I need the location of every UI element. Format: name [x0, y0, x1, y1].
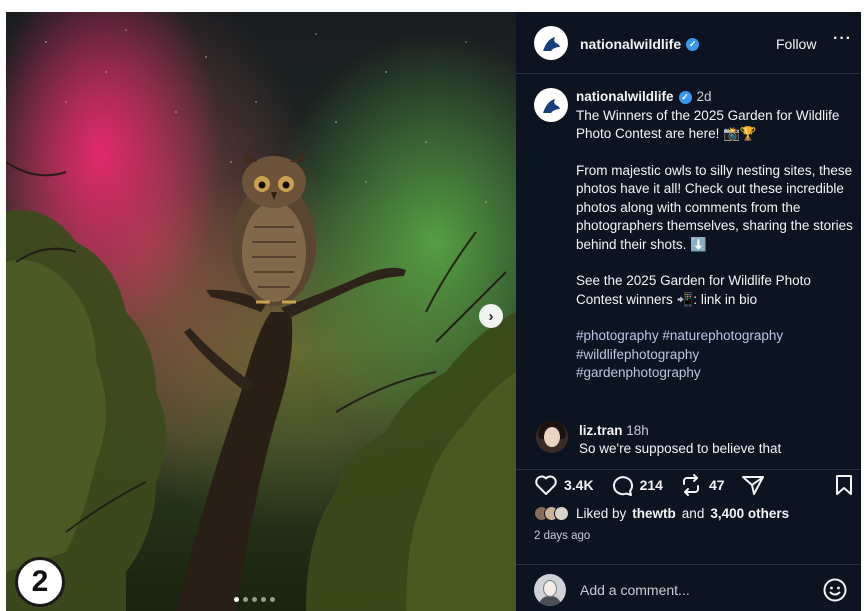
bird-logo-icon — [543, 36, 560, 51]
account-name[interactable]: nationalwildlife ✓ — [580, 36, 700, 52]
caption-paragraph: See the 2025 Garden for Wildlife Photo C… — [576, 273, 811, 307]
avatar-body — [539, 596, 561, 606]
bird-logo-icon — [543, 98, 560, 113]
account-avatar[interactable] — [534, 26, 568, 60]
avatar-face — [544, 427, 560, 447]
heart-icon[interactable] — [534, 474, 558, 496]
post-side-panel: nationalwildlife ✓ Follow ··· nationalwi… — [516, 12, 861, 611]
verified-badge-icon: ✓ — [678, 90, 692, 104]
repost-action[interactable]: 47 — [679, 474, 725, 496]
verified-badge-icon: ✓ — [686, 37, 700, 51]
comment-divider — [516, 564, 861, 565]
post-photo[interactable]: › 2 — [6, 12, 516, 611]
step-number-badge: 2 — [15, 557, 65, 607]
comment-text: So we're supposed to believe that — [579, 441, 782, 456]
caption-header: nationalwildlife ✓ 2d — [576, 88, 854, 107]
liked-by-joiner: and — [681, 506, 705, 521]
liked-by-row[interactable]: Liked by thewtb and 3,400 others — [534, 506, 789, 521]
like-action[interactable]: 3.4K — [534, 474, 594, 496]
liked-by-others[interactable]: 3,400 others — [710, 506, 789, 521]
avatar-face — [543, 580, 557, 597]
owl-aurora-illustration — [6, 29, 516, 611]
carousel-indicator — [234, 597, 275, 602]
carousel-dot — [261, 597, 266, 602]
follow-button[interactable]: Follow — [776, 36, 816, 52]
caption-avatar[interactable] — [534, 88, 568, 122]
more-options-icon[interactable]: ··· — [833, 30, 852, 48]
repost-count: 47 — [708, 477, 725, 493]
action-bar: 3.4K 214 47 — [534, 474, 773, 496]
instagram-post: › 2 nationalwildlife ✓ Follow ··· nation… — [6, 12, 861, 611]
post-date: 2 days ago — [534, 530, 591, 542]
carousel-dot — [243, 597, 248, 602]
caption-username[interactable]: nationalwildlife — [576, 88, 674, 107]
comment-timestamp: 18h — [626, 423, 649, 438]
comment-count: 214 — [639, 477, 663, 493]
carousel-dot — [234, 597, 239, 602]
comment-username[interactable]: liz.tran — [579, 423, 623, 438]
add-comment-input[interactable] — [580, 578, 810, 602]
post-caption: nationalwildlife ✓ 2d The Winners of the… — [576, 88, 854, 383]
like-count: 3.4K — [564, 477, 594, 493]
caption-paragraph: From majestic owls to silly nesting site… — [576, 162, 853, 252]
actions-divider — [516, 469, 861, 470]
share-action[interactable] — [741, 474, 765, 496]
liked-by-prefix: Liked by — [576, 506, 627, 521]
repost-icon[interactable] — [679, 474, 703, 496]
post-header: nationalwildlife ✓ Follow ··· — [516, 12, 861, 74]
caption-paragraph: The Winners of the 2025 Garden for Wildl… — [576, 107, 840, 142]
current-user-avatar — [534, 574, 566, 606]
caption-hashtags[interactable]: #photography #naturephotography #wildlif… — [576, 327, 854, 383]
carousel-dot — [270, 597, 275, 602]
chevron-right-icon: › — [488, 307, 494, 325]
bookmark-icon[interactable] — [834, 474, 854, 496]
liker-avatars — [534, 506, 569, 521]
caption-section: nationalwildlife ✓ 2d The Winners of the… — [516, 74, 861, 469]
comment-action[interactable]: 214 — [610, 474, 663, 496]
carousel-dot — [252, 597, 257, 602]
account-username[interactable]: nationalwildlife — [580, 36, 681, 52]
comment-item: liz.tran 18h So we're supposed to believ… — [579, 422, 849, 458]
comment-bubble-icon[interactable] — [610, 474, 634, 496]
next-photo-button[interactable]: › — [479, 304, 503, 328]
commenter-avatar[interactable] — [536, 421, 568, 453]
caption-timestamp: 2d — [696, 89, 712, 104]
emoji-icon[interactable] — [822, 577, 848, 603]
liker-avatar — [554, 506, 569, 521]
share-paper-plane-icon[interactable] — [741, 474, 765, 496]
liked-by-user[interactable]: thewtb — [632, 506, 676, 521]
